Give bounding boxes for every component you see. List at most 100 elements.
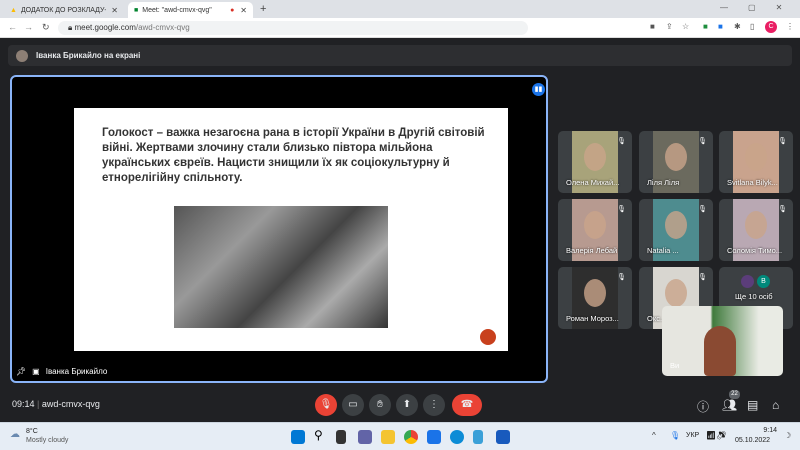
tab-label: Meet: "awd-cmvx-qvg" — [142, 6, 212, 14]
teams-icon[interactable] — [358, 430, 372, 444]
address-bar-row: ← → ↻ 🔒︎ meet.google.com/awd-cmvx-qvg ■ … — [0, 18, 800, 38]
new-tab-button[interactable]: + — [260, 3, 266, 15]
side-panel-icon[interactable]: ▯ — [750, 22, 759, 31]
language-indicator[interactable]: УКР — [686, 432, 699, 439]
activities-icon[interactable]: ⌂ — [772, 398, 779, 412]
leave-call-button[interactable]: ☎︎ — [452, 394, 482, 416]
participant-name: Валерія Лебай — [566, 246, 618, 255]
pin-icon[interactable]: 📌︎ — [16, 367, 26, 376]
notification-icon[interactable]: ☽ — [784, 431, 791, 440]
slide-text: Голокост – важка незагоєна рана в історі… — [102, 127, 485, 184]
mic-toggle-button[interactable]: 🎙︎ — [315, 394, 337, 416]
back-icon[interactable]: ← — [8, 22, 17, 32]
menu-icon[interactable]: ⋮ — [786, 22, 795, 31]
edge-icon[interactable] — [450, 430, 464, 444]
cast-extension-icon[interactable]: ■ — [703, 22, 712, 31]
present-button[interactable]: ⬆ — [396, 394, 418, 416]
info-icon[interactable]: ⓘ — [697, 398, 709, 415]
url-path: /awd-cmvx-qvg — [135, 23, 190, 32]
weather-temp[interactable]: 8°C — [26, 428, 38, 435]
tab-meet[interactable]: ■ Meet: "awd-cmvx-qvg" ● ✕ — [128, 2, 253, 18]
drive-icon: ▲ — [10, 6, 17, 14]
clock-time[interactable]: 9:14 — [743, 427, 777, 434]
participant-name: Ліля Ліля — [647, 178, 680, 187]
mail-icon[interactable] — [427, 430, 441, 444]
participant-name: Svitlana Bilyk... — [727, 178, 778, 187]
participant-count-badge: 22 — [729, 390, 740, 399]
close-tab-icon[interactable]: ✕ — [111, 6, 118, 15]
present-icon: ⬆ — [402, 399, 412, 410]
avatar — [741, 275, 754, 288]
mic-off-icon: 🎙︎ — [698, 274, 707, 281]
close-tab-icon[interactable]: ✕ — [240, 6, 247, 15]
tab-pdf[interactable]: ▲ДОДАТОК ДО РОЗКЛАДУ-1.pdf ✕ — [4, 2, 124, 18]
phone-link-icon[interactable] — [473, 430, 483, 444]
more-icon: ⋮ — [429, 399, 439, 410]
minimize-button[interactable]: — — [720, 3, 728, 12]
mic-off-icon: 🎙︎ — [698, 206, 707, 213]
participant-face — [745, 211, 767, 239]
participant-face — [665, 211, 687, 239]
self-video — [704, 326, 736, 376]
mic-off-icon: 🎙︎ — [617, 206, 626, 213]
more-options-button[interactable]: ⋮ — [423, 394, 445, 416]
participant-face — [584, 143, 606, 171]
reload-icon[interactable]: ↻ — [42, 22, 50, 33]
presentation-tile[interactable]: ▮▮ Голокост – важка незагоєна рана в іст… — [10, 75, 548, 383]
weather-desc[interactable]: Mostly cloudy — [26, 437, 68, 444]
url-input[interactable]: 🔒︎ meet.google.com/awd-cmvx-qvg — [58, 21, 528, 35]
task-view-icon[interactable] — [336, 430, 346, 444]
participant-name: Олена Михай... — [566, 178, 620, 187]
extensions-icon[interactable]: ✱ — [734, 22, 743, 31]
weather-icon: ☁ — [10, 429, 20, 440]
participant-face — [665, 143, 687, 171]
raise-hand-button[interactable]: ✋︎ — [369, 394, 391, 416]
hand-icon: ✋︎ — [377, 399, 383, 410]
clock-date[interactable]: 05.10.2022 — [735, 437, 770, 444]
meeting-code: awd-cmvx-qvg — [41, 399, 100, 409]
meet-icon: ■ — [134, 6, 139, 14]
participant-face — [584, 211, 606, 239]
audio-indicator-icon: ▮▮ — [532, 83, 545, 96]
tray-chevron-icon[interactable]: ^ — [652, 431, 656, 440]
file-explorer-icon[interactable] — [381, 430, 395, 444]
people-icon[interactable]: 👥︎ — [722, 398, 737, 412]
participant-tile[interactable]: 🎙︎ Ліля Ліля — [639, 131, 713, 193]
mic-off-icon: 🎙︎ — [617, 274, 626, 281]
network-volume-icons[interactable]: 📶︎🔊︎ — [706, 431, 726, 440]
meeting-controls: 09:14 | awd-cmvx-qvg 🎙︎ ▭ ✋︎ ⬆ ⋮ ☎︎ ⓘ 👥︎… — [0, 390, 800, 422]
slide-photo — [174, 206, 388, 328]
search-icon[interactable]: ⚲ — [314, 428, 323, 442]
forward-icon[interactable]: → — [24, 22, 33, 32]
start-icon[interactable] — [291, 430, 305, 444]
share-icon[interactable]: ⇪ — [666, 22, 675, 31]
self-view-tile[interactable]: Ви — [662, 306, 783, 376]
mic-off-icon: 🎙︎ — [698, 138, 707, 145]
mic-off-icon: 🎙︎ — [319, 399, 333, 410]
participant-tile[interactable]: 🎙︎ Валерія Лебай — [558, 199, 632, 261]
participant-tile[interactable]: 🎙︎ Natalia ... — [639, 199, 713, 261]
presenter-name: Іванка Брикайло — [45, 367, 108, 376]
mic-off-icon: 🎙︎ — [778, 138, 787, 145]
participant-tile[interactable]: 🎙︎ Svitlana Bilyk... — [719, 131, 793, 193]
star-icon[interactable]: ☆ — [682, 22, 691, 31]
camera-icon: ▭ — [348, 399, 358, 410]
close-window-button[interactable]: ✕ — [776, 3, 783, 12]
translate-extension-icon[interactable]: ■ — [718, 22, 727, 31]
participant-tile[interactable]: 🎙︎ Олена Михай... — [558, 131, 632, 193]
profile-avatar[interactable]: С — [765, 21, 777, 33]
word-icon[interactable] — [496, 430, 510, 444]
slide: Голокост – важка незагоєна рана в історі… — [74, 108, 508, 351]
avatar — [16, 49, 28, 62]
participant-tile[interactable]: 🎙︎ Роман Мороз... — [558, 267, 632, 329]
avatar: В — [757, 275, 770, 288]
url-domain: meet.google.com — [74, 23, 136, 32]
present-icon: ▣ — [32, 367, 40, 376]
chrome-icon[interactable] — [404, 430, 418, 444]
camera-icon[interactable]: ■ — [650, 22, 659, 31]
camera-toggle-button[interactable]: ▭ — [342, 394, 364, 416]
maximize-button[interactable]: ▢ — [748, 3, 756, 12]
mic-tray-icon: 🎙︎ — [670, 431, 681, 440]
chat-icon[interactable]: ▤ — [747, 398, 758, 412]
participant-tile[interactable]: 🎙︎ Соломія Тимо... — [719, 199, 793, 261]
